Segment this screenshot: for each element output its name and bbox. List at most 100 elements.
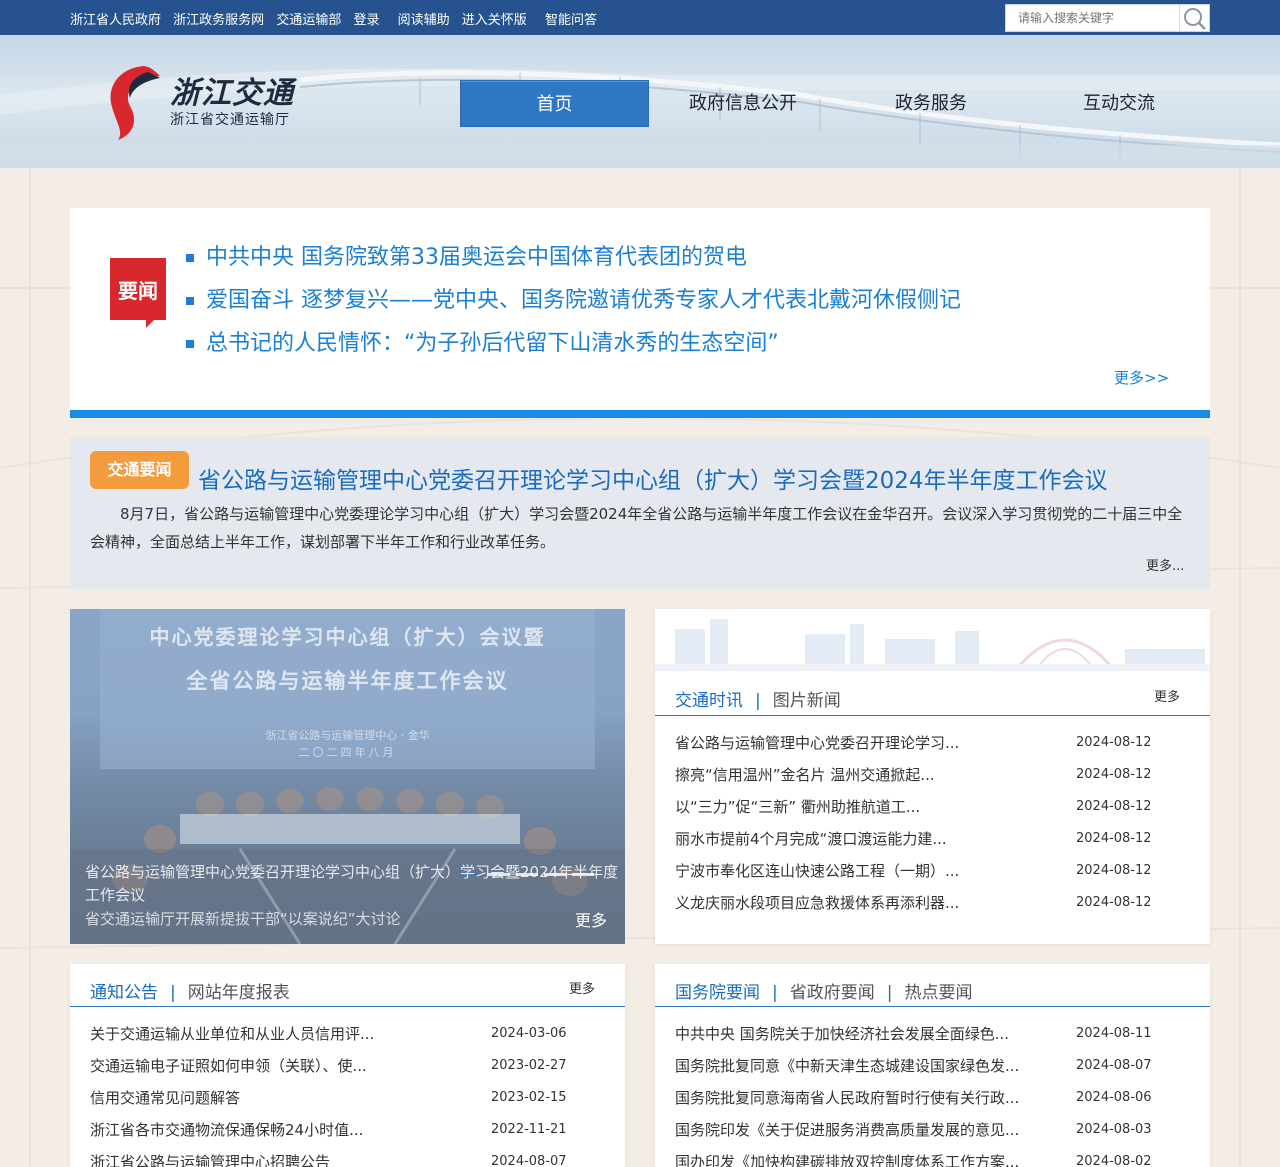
item-date: 2024-08-07 [1076,1058,1152,1073]
city-skyline-image [655,609,1210,671]
notice-panel-tabs: 通知公告 | 网站年度报表 [90,978,290,1003]
search-icon [1184,8,1206,30]
tab-state-council-news[interactable]: 国务院要闻 [675,983,760,1003]
smart-qa-link[interactable]: 智能问答 [545,13,597,28]
traffic-news-box: 交通要闻 省公路与运输管理中心党委召开理论学习中心组（扩大）学习会暨2024年半… [70,437,1210,589]
tab-annual-report[interactable]: 网站年度报表 [188,983,290,1003]
item-date: 2024-03-06 [491,1026,567,1041]
carousel-caption[interactable]: 省公路与运输管理中心党委召开理论学习中心组（扩大）学习会暨2024年半年度工作会… [85,861,625,907]
tab-separator: | [755,691,761,711]
list-item[interactable]: 国办印发《加快构建碳排放双控制度体系工作方案... 2024-08-02 [675,1146,1190,1167]
list-item[interactable]: 国务院批复同意《中新天津生态城建设国家绿色发... 2024-08-07 [675,1050,1190,1082]
list-item[interactable]: 浙江省各市交通物流保通保畅24小时值... 2022-11-21 [90,1114,605,1146]
list-item[interactable]: 中共中央 国务院关于加快经济社会发展全面绿色... 2024-08-11 [675,1018,1190,1050]
list-item[interactable]: 宁波市奉化区连山快速公路工程（一期）... 2024-08-12 [675,855,1190,887]
panel-divider [655,1006,1210,1007]
search-box [1005,4,1210,32]
tab-provincial-news[interactable]: 省政府要闻 [790,983,875,1003]
meeting-banner-line: 中心党委理论学习中心组（扩大）会议暨 [149,625,546,649]
logo-emblem-icon [110,66,160,140]
meeting-banner-line: 二〇二四年八月 [298,746,397,759]
item-date: 2024-08-11 [1076,1026,1152,1041]
top-bar: 浙江省人民政府 浙江政务服务网 交通运输部 登录 阅读辅助 进入关怀版 智能问答 [0,0,1280,35]
traffic-news-title[interactable]: 省公路与运输管理中心党委召开理论学习中心组（扩大）学习会暨2024年半年度工作会… [198,461,1108,495]
headline-more-link[interactable]: 更多>> [1114,367,1169,388]
tab-hot-news[interactable]: 热点要闻 [904,983,972,1003]
item-title: 丽水市提前4个月完成“渡口渡运能力建... [675,830,947,848]
item-title: 国办印发《加快构建碳排放双控制度体系工作方案... [675,1153,1020,1167]
tab-photo-news[interactable]: 图片新闻 [773,691,841,711]
list-item[interactable]: 交通运输电子证照如何申领（关联）、使... 2023-02-27 [90,1050,605,1082]
elder-mode-link[interactable]: 进入关怀版 [462,13,527,28]
item-date: 2023-02-15 [491,1090,567,1105]
traffic-news-more-link[interactable]: 更多... [1146,555,1184,574]
headline-badge-label: 要闻 [118,279,158,303]
item-date: 2024-08-12 [1076,799,1152,814]
headline-news-box: 要闻 中共中央 国务院致第33届奥运会中国体育代表团的贺电 爱国奋斗 逐梦复兴—… [70,208,1210,418]
tab-traffic-news[interactable]: 交通时讯 [675,691,743,711]
tab-separator: | [886,983,893,1003]
meeting-banner-line: 浙江省公路与运输管理中心 · 金华 [265,729,430,742]
carousel-caption-secondary[interactable]: 省交通运输厅开展新提拔干部“以案说纪”大讨论 [85,908,401,929]
item-title: 义龙庆丽水段项目应急救援体系再添利器... [675,894,960,912]
list-item[interactable]: 省公路与运输管理中心党委召开理论学习... 2024-08-12 [675,727,1190,759]
list-item[interactable]: 信用交通常见问题解答 2023-02-15 [90,1082,605,1114]
state-news-panel: 国务院要闻 | 省政府要闻 | 热点要闻 中共中央 国务院关于加快经济社会发展全面绿色.… [655,964,1210,1167]
search-button[interactable] [1179,5,1209,31]
nav-gov-info[interactable]: 政府信息公开 [649,80,837,127]
traffic-news-panel: 交通时讯 | 图片新闻 更多 省公路与运输管理中心党委召开理论学习... 2024-0… [655,609,1210,944]
search-input[interactable] [1006,5,1181,31]
item-title: 国务院批复同意《中新天津生态城建设国家绿色发... [675,1057,1020,1075]
item-title: 擦亮“信用温州”金名片 温州交通掀起... [675,766,935,784]
notice-panel: 通知公告 | 网站年度报表 更多 关于交通运输从业单位和从业人员信用评... 2024… [70,964,625,1167]
tab-separator: | [170,983,176,1003]
panel-divider [655,715,1210,716]
list-item[interactable]: 国务院批复同意海南省人民政府暂时行使有关行政... 2024-08-06 [675,1082,1190,1114]
list-item[interactable]: 擦亮“信用温州”金名片 温州交通掀起... 2024-08-12 [675,759,1190,791]
item-date: 2024-08-12 [1076,863,1152,878]
panel-divider [70,1006,625,1007]
logo-subtitle: 浙江省交通运输厅 [170,112,290,128]
item-title: 交通运输电子证照如何申领（关联）、使... [90,1057,367,1075]
headline-item[interactable]: 中共中央 国务院致第33届奥运会中国体育代表团的贺电 [186,242,961,285]
list-item[interactable]: 以“三力”促“三新” 衢州助推航道工... 2024-08-12 [675,791,1190,823]
item-title: 关于交通运输从业单位和从业人员信用评... [90,1025,375,1043]
site-logo[interactable]: 浙江交通 浙江省交通运输厅 [104,62,304,142]
headline-item[interactable]: 爱国奋斗 逐梦复兴——党中央、国务院邀请优秀专家人才代表北戴河休假侧记 [186,285,961,328]
link-zj-service[interactable]: 浙江政务服务网 [173,13,264,28]
item-title: 浙江省各市交通物流保通保畅24小时值... [90,1121,364,1139]
list-item[interactable]: 浙江省公路与运输管理中心招聘公告 2024-08-07 [90,1146,605,1167]
item-date: 2024-08-12 [1076,735,1152,750]
notice-panel-more-link[interactable]: 更多 [569,978,595,997]
link-mot[interactable]: 交通运输部 [276,13,341,28]
list-item[interactable]: 国务院印发《关于促进服务消费高质量发展的意见... 2024-08-03 [675,1114,1190,1146]
main-nav: 首页 政府信息公开 政务服务 互动交流 [460,80,1213,127]
top-links: 浙江省人民政府 浙江政务服务网 交通运输部 登录 阅读辅助 进入关怀版 智能问答 [70,9,605,28]
traffic-news-summary: 8月7日，省公路与运输管理中心党委理论学习中心组（扩大）学习会暨2024年全省公… [90,505,1183,551]
list-item[interactable]: 义龙庆丽水段项目应急救援体系再添利器... 2024-08-12 [675,887,1190,919]
headline-badge: 要闻 [110,258,166,328]
traffic-panel-more-link[interactable]: 更多 [1154,686,1180,705]
traffic-panel-tabs: 交通时讯 | 图片新闻 [675,686,841,711]
item-title: 浙江省公路与运输管理中心招聘公告 [90,1153,331,1167]
tab-notices[interactable]: 通知公告 [90,983,158,1003]
headline-item[interactable]: 总书记的人民情怀：“为子孙后代留下山清水秀的生态空间” [186,328,961,371]
nav-home[interactable]: 首页 [460,80,649,127]
item-title: 国务院印发《关于促进服务消费高质量发展的意见... [675,1121,1020,1139]
list-item[interactable]: 丽水市提前4个月完成“渡口渡运能力建... 2024-08-12 [675,823,1190,855]
nav-gov-service[interactable]: 政务服务 [837,80,1025,127]
nav-interaction[interactable]: 互动交流 [1025,80,1213,127]
meeting-banner-line: 全省公路与运输半年度工作会议 [186,669,509,693]
login-link[interactable]: 登录 [353,13,379,28]
photo-carousel[interactable]: 中心党委理论学习中心组（扩大）会议暨 全省公路与运输半年度工作会议 浙江省公路与… [70,609,625,944]
reading-aid-link[interactable]: 阅读辅助 [398,13,450,28]
item-title: 信用交通常见问题解答 [90,1089,241,1107]
item-date: 2022-11-21 [491,1122,567,1137]
carousel-more-link[interactable]: 更多 [575,907,607,931]
list-item[interactable]: 关于交通运输从业单位和从业人员信用评... 2024-03-06 [90,1018,605,1050]
item-date: 2024-08-03 [1076,1122,1152,1137]
link-zj-gov[interactable]: 浙江省人民政府 [70,13,161,28]
state-panel-tabs: 国务院要闻 | 省政府要闻 | 热点要闻 [675,978,972,1003]
traffic-news-list: 省公路与运输管理中心党委召开理论学习... 2024-08-12 擦亮“信用温州”… [675,727,1190,919]
notice-list: 关于交通运输从业单位和从业人员信用评... 2024-03-06 交通运输电子证照… [90,1018,605,1167]
